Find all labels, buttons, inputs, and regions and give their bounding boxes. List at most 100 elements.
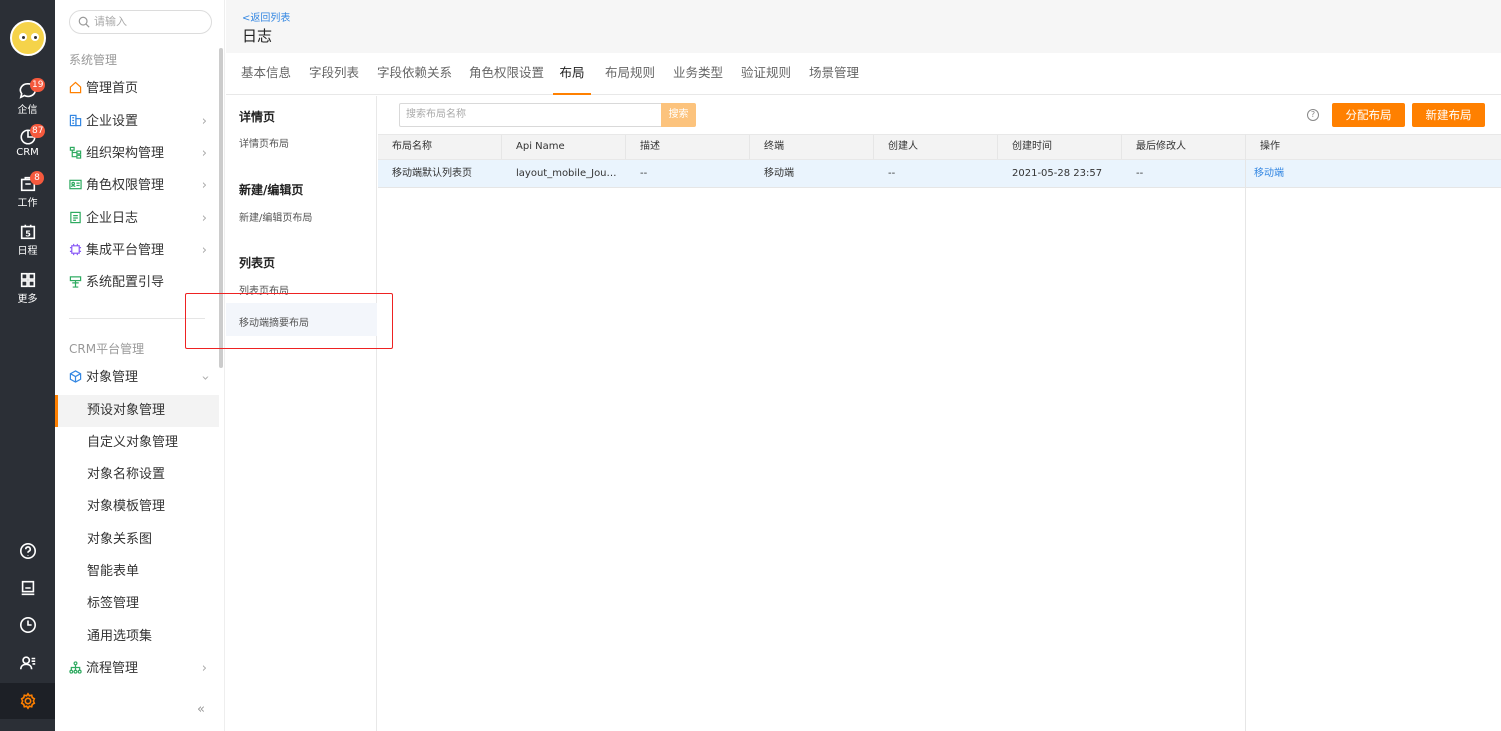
rail-item-more[interactable]: 更多 <box>0 271 55 305</box>
svg-text:5: 5 <box>25 229 31 239</box>
cell-description: -- <box>640 168 648 179</box>
chevron-right-icon: › <box>201 661 207 676</box>
nav-label-role-permissions: 角色权限管理 <box>86 178 165 193</box>
help-icon <box>19 542 36 560</box>
collapse-sidebar-button[interactable]: « <box>197 702 205 717</box>
layout-item-edit[interactable]: 新建/编辑页布局 <box>239 209 312 224</box>
col-header-terminal: 终端 <box>750 135 874 159</box>
back-to-list-link[interactable]: <返回列表 <box>242 9 290 24</box>
tab-field-dependency[interactable]: 字段依赖关系 <box>377 53 452 95</box>
nav-sub-object-templates[interactable]: 对象模板管理 <box>55 491 219 523</box>
nav-item-integration[interactable]: 集成平台管理 › <box>69 235 219 267</box>
admin-sidebar: 请输入 系统管理 管理首页 企业设置 › 组织架构管理 › 角色权限管理 › 企业日志… <box>55 0 225 731</box>
layout-type-panel: 详情页 详情页布局 新建/编辑页 新建/编辑页布局 列表页 列表页布局 移动端摘… <box>226 96 377 731</box>
rail-monitor-button[interactable] <box>0 570 55 601</box>
nav-label-object-mgmt: 对象管理 <box>86 370 139 385</box>
page-title: 日志 <box>242 27 273 45</box>
tab-validation-rules[interactable]: 验证规则 <box>741 53 791 95</box>
nav-item-flow-mgmt[interactable]: 流程管理 › <box>69 653 219 685</box>
rail-item-schedule[interactable]: 5 日程 <box>0 223 55 257</box>
building-icon <box>69 114 82 127</box>
section-title-crm: CRM平台管理 <box>69 342 145 356</box>
col-header-description: 描述 <box>626 135 750 159</box>
col-header-creator: 创建人 <box>874 135 998 159</box>
help-icon[interactable]: ? <box>1307 109 1319 121</box>
tab-business-type[interactable]: 业务类型 <box>673 53 723 95</box>
tab-scene-mgmt[interactable]: 场景管理 <box>809 53 859 95</box>
new-layout-button[interactable]: 新建布局 <box>1412 103 1485 127</box>
home-icon <box>69 81 82 94</box>
calendar-icon: 5 <box>20 224 35 240</box>
grid-icon <box>20 272 35 288</box>
nav-item-company-settings[interactable]: 企业设置 › <box>69 106 219 138</box>
rail-label-work: 工作 <box>17 198 38 209</box>
flow-icon <box>69 661 82 674</box>
tab-role-permissions[interactable]: 角色权限设置 <box>469 53 544 95</box>
gear-icon <box>20 692 35 710</box>
cube-icon <box>69 370 82 383</box>
chevron-right-icon: › <box>201 211 207 226</box>
nav-sub-tag-mgmt[interactable]: 标签管理 <box>55 588 219 620</box>
cell-creator: -- <box>888 168 896 179</box>
nav-sub-smart-forms[interactable]: 智能表单 <box>55 556 219 588</box>
clock-icon <box>19 616 36 634</box>
col-header-name: 布局名称 <box>378 135 502 159</box>
rail-settings-button[interactable] <box>0 683 55 719</box>
rail-history-button[interactable] <box>0 607 55 638</box>
id-card-icon <box>69 179 82 190</box>
user-list-icon <box>19 656 35 670</box>
chevron-right-icon: › <box>201 146 207 161</box>
nav-label-integration: 集成平台管理 <box>86 243 165 258</box>
rail-item-qixin[interactable]: 19 企信 <box>0 78 55 116</box>
page-header: <返回列表 日志 <box>226 0 1501 53</box>
nav-sub-preset-objects[interactable]: 预设对象管理 <box>55 395 219 427</box>
rail-item-crm[interactable]: 87 CRM <box>0 124 55 158</box>
layout-search-button[interactable]: 搜索 <box>661 103 696 127</box>
rail-help-button[interactable] <box>0 533 55 564</box>
nav-sub-option-sets[interactable]: 通用选项集 <box>55 621 219 653</box>
nav-search-placeholder: 请输入 <box>94 15 127 28</box>
chevron-right-icon: › <box>201 114 207 129</box>
nav-label-home: 管理首页 <box>86 81 139 96</box>
tab-layout[interactable]: 布局 <box>553 53 591 95</box>
screen-icon <box>21 580 34 596</box>
tab-layout-rules[interactable]: 布局规则 <box>605 53 655 95</box>
cell-last-modifier: -- <box>1136 168 1144 179</box>
nav-item-object-mgmt[interactable]: 对象管理 › <box>69 362 219 394</box>
nav-sub-object-relations[interactable]: 对象关系图 <box>55 524 219 556</box>
nav-sub-object-names[interactable]: 对象名称设置 <box>55 459 219 491</box>
assign-layout-button[interactable]: 分配布局 <box>1332 103 1405 127</box>
group-title-detail: 详情页 <box>239 110 276 124</box>
user-avatar[interactable] <box>10 20 46 56</box>
nav-label-company-log: 企业日志 <box>86 211 139 226</box>
rail-contacts-button[interactable] <box>0 645 55 676</box>
nav-search-input[interactable]: 请输入 <box>69 10 212 34</box>
nav-sub-custom-objects[interactable]: 自定义对象管理 <box>55 427 219 459</box>
chevron-down-icon: › <box>197 375 213 381</box>
nav-item-role-permissions[interactable]: 角色权限管理 › <box>69 170 219 202</box>
cell-api-name: layout_mobile_Journ... <box>516 168 620 179</box>
table-header: 布局名称 Api Name 描述 终端 创建人 创建时间 最后修改人 操作 <box>378 134 1501 160</box>
layout-item-detail[interactable]: 详情页布局 <box>239 135 289 150</box>
layout-search-input[interactable]: 搜索布局名称 <box>399 103 662 127</box>
highlight-annotation-box <box>185 293 393 349</box>
nav-item-home[interactable]: 管理首页 <box>69 73 219 105</box>
search-icon <box>78 16 90 28</box>
signpost-icon <box>69 276 82 288</box>
rail-label-schedule: 日程 <box>17 246 38 257</box>
col-header-last-modifier: 最后修改人 <box>1122 135 1246 159</box>
action-mobile-link[interactable]: 移动端 <box>1240 160 1364 188</box>
app-rail: 19 企信 87 CRM 8 工作 5 日程 更多 <box>0 0 55 731</box>
tab-basic-info[interactable]: 基本信息 <box>241 53 291 95</box>
col-header-created-time: 创建时间 <box>998 135 1122 159</box>
chevron-right-icon: › <box>201 178 207 193</box>
rail-item-work[interactable]: 8 工作 <box>0 171 55 209</box>
badge-crm: 87 <box>30 124 46 138</box>
nav-item-org-structure[interactable]: 组织架构管理 › <box>69 138 219 170</box>
tab-field-list[interactable]: 字段列表 <box>309 53 359 95</box>
rail-label-qixin: 企信 <box>17 105 38 116</box>
badge-qixin: 19 <box>30 78 46 92</box>
table-row[interactable]: 移动端默认列表页 layout_mobile_Journ... -- 移动端 -… <box>378 160 1501 188</box>
col-header-api-name: Api Name <box>502 135 626 159</box>
nav-item-company-log[interactable]: 企业日志 › <box>69 203 219 235</box>
